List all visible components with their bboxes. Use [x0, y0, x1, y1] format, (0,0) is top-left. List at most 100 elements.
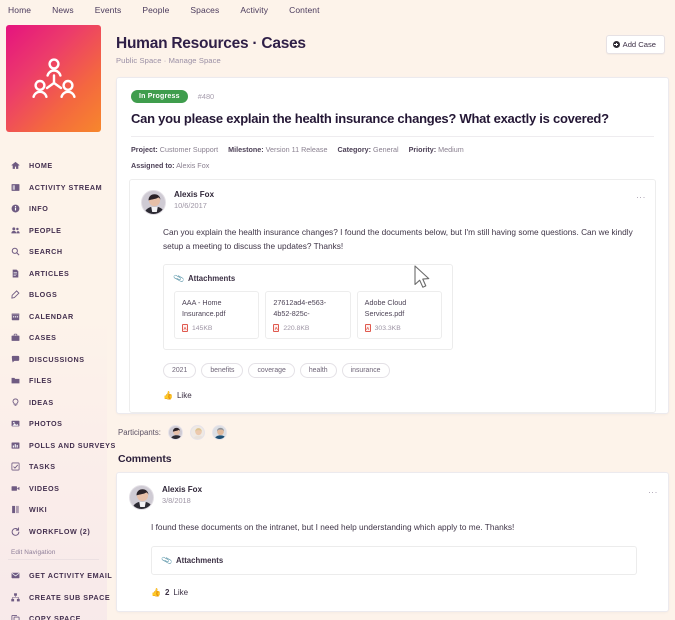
comment-author-row: Alexis Fox 3/8/2018 ⋮	[129, 485, 658, 511]
topnav-item-activity[interactable]: Activity	[240, 5, 268, 15]
add-case-button[interactable]: Add Case	[605, 35, 665, 54]
sidebar-divider	[8, 559, 99, 560]
envelope-icon	[11, 571, 20, 580]
page-body: HOME ACTIVITY STREAM INFO PEOPLE SEARCH …	[0, 19, 675, 620]
case-card: In Progress #480 Can you please explain …	[116, 76, 669, 415]
home-icon	[11, 161, 20, 170]
sidebar-action-get-activity-email[interactable]: GET ACTIVITY EMAIL	[0, 565, 112, 587]
tag[interactable]: coverage	[248, 363, 295, 379]
post-attachments: 📎 Attachments AAA - Home Insurance.pdf A…	[163, 264, 453, 351]
sidebar-item-label: PEOPLE	[29, 225, 62, 235]
meta-value: Medium	[438, 144, 464, 154]
tag[interactable]: insurance	[341, 363, 390, 379]
meta-value: General	[373, 144, 399, 154]
attachment-item[interactable]: 27612ad4-e563-4b52-825c- A 220.8KB	[265, 291, 351, 340]
attachment-item[interactable]: AAA - Home Insurance.pdf A 145KB	[174, 291, 260, 340]
like-label: Like	[173, 587, 189, 597]
sidebar-item-tasks[interactable]: TASKS	[0, 456, 107, 478]
sidebar-item-search[interactable]: SEARCH	[0, 241, 107, 263]
refresh-icon	[11, 527, 20, 536]
post-body-text: Can you explain the health insurance cha…	[163, 226, 633, 251]
tag[interactable]: health	[299, 363, 337, 379]
sidebar-item-info[interactable]: INFO	[0, 198, 107, 220]
sidebar-item-people[interactable]: PEOPLE	[0, 220, 107, 242]
book-icon	[11, 505, 20, 514]
sidebar-item-activity-stream[interactable]: ACTIVITY STREAM	[0, 177, 107, 199]
participant-avatar[interactable]	[167, 425, 183, 441]
sidebar-action-copy-space[interactable]: COPY SPACE	[0, 608, 107, 620]
attachments-header: 📎 Attachments	[172, 272, 442, 285]
tag[interactable]: benefits	[201, 363, 244, 379]
comment-more-options-icon[interactable]: ⋮	[648, 488, 658, 497]
topnav-item-people[interactable]: People	[142, 5, 169, 15]
sidebar-item-wiki[interactable]: WIKI	[0, 499, 107, 521]
participants-label: Participants:	[118, 428, 161, 438]
pdf-file-icon: A	[182, 324, 188, 333]
list-icon	[11, 183, 20, 192]
page-header: Human Resources · Cases Public Space · M…	[116, 35, 669, 65]
folder-icon	[11, 376, 20, 385]
tag[interactable]: 2021	[163, 363, 197, 379]
paperclip-icon: 📎	[172, 272, 186, 285]
sidebar-item-articles[interactable]: ARTICLES	[0, 263, 107, 285]
post-like-button[interactable]: 👍 Like	[163, 391, 644, 400]
sidebar-item-videos[interactable]: VIDEOS	[0, 478, 107, 500]
sidebar-item-files[interactable]: FILES	[0, 370, 107, 392]
assigned-value: Alexis Fox	[176, 160, 210, 170]
like-label: Like	[176, 391, 192, 401]
post-more-options-icon[interactable]: ⋮	[636, 193, 646, 202]
check-square-icon	[11, 462, 20, 471]
sidebar-item-calendar[interactable]: CALENDAR	[0, 306, 107, 328]
comment-attachments: 📎 Attachments	[151, 545, 637, 575]
topnav-item-news[interactable]: News	[52, 5, 74, 15]
sidebar-item-label: SEARCH	[29, 247, 63, 257]
sidebar-item-photos[interactable]: PHOTOS	[0, 413, 107, 435]
status-badge: In Progress	[131, 89, 188, 103]
avatar[interactable]	[141, 189, 166, 215]
article-icon	[11, 269, 20, 278]
topnav-item-content[interactable]: Content	[289, 5, 319, 15]
topnav-item-events[interactable]: Events	[95, 5, 122, 15]
attachment-size: 303.3KB	[374, 324, 401, 332]
mouse-cursor	[414, 265, 431, 294]
participant-avatar[interactable]	[189, 425, 205, 441]
attachments-header: 📎 Attachments	[161, 554, 626, 566]
case-status-row: In Progress #480	[131, 89, 654, 103]
briefcase-icon	[11, 333, 20, 342]
sidebar-action-create-sub-space[interactable]: CREATE SUB SPACE	[0, 587, 110, 609]
attachment-list: AAA - Home Insurance.pdf A 145KB 27612ad…	[174, 291, 442, 340]
attachment-item[interactable]: Adobe Cloud Services.pdf A 303.3KB	[356, 291, 442, 340]
space-logo[interactable]	[6, 25, 101, 132]
attachment-name: Adobe Cloud Services.pdf	[364, 298, 407, 318]
divider	[131, 135, 654, 137]
sidebar-item-blogs[interactable]: BLOGS	[0, 284, 107, 306]
thumbs-up-icon: 👍	[163, 391, 173, 401]
page-title: Human Resources · Cases	[116, 35, 306, 52]
topnav-item-home[interactable]: Home	[8, 5, 31, 15]
main-content: Human Resources · Cases Public Space · M…	[107, 19, 675, 620]
page-root: Home News Events People Spaces Activity …	[0, 0, 675, 620]
sidebar-item-label: WORKFLOW (2)	[29, 526, 91, 536]
people-group-icon	[29, 55, 79, 103]
comment-like-button[interactable]: 👍 2 Like	[151, 588, 656, 597]
topnav-item-spaces[interactable]: Spaces	[190, 5, 219, 15]
sidebar-item-ideas[interactable]: IDEAS	[0, 392, 107, 414]
sidebar-item-polls-and-surveys[interactable]: POLLS AND SURVEYS	[0, 435, 115, 457]
sidebar-item-workflow[interactable]: WORKFLOW (2)	[0, 521, 107, 543]
post-author-row: Alexis Fox 10/6/2017 ⋮	[141, 189, 646, 215]
global-top-nav: Home News Events People Spaces Activity …	[0, 0, 675, 19]
sidebar-item-label: VIDEOS	[29, 483, 60, 493]
sidebar-item-cases[interactable]: CASES	[0, 327, 107, 349]
meta-project: Project: Customer Support	[131, 145, 218, 154]
participant-avatar[interactable]	[211, 425, 227, 441]
sidebar-item-discussions[interactable]: DISCUSSIONS	[0, 349, 107, 371]
sitemap-icon	[11, 593, 20, 602]
avatar[interactable]	[129, 485, 154, 511]
info-icon	[11, 204, 20, 213]
sidebar-item-label: WIKI	[29, 505, 48, 515]
sidebar-item-home[interactable]: HOME	[0, 155, 107, 177]
case-meta-row: Project: Customer Support Milestone: Ver…	[131, 145, 654, 154]
poll-icon	[11, 441, 20, 450]
comments-heading: Comments	[118, 453, 172, 466]
attachments-title: Attachments	[187, 274, 236, 284]
